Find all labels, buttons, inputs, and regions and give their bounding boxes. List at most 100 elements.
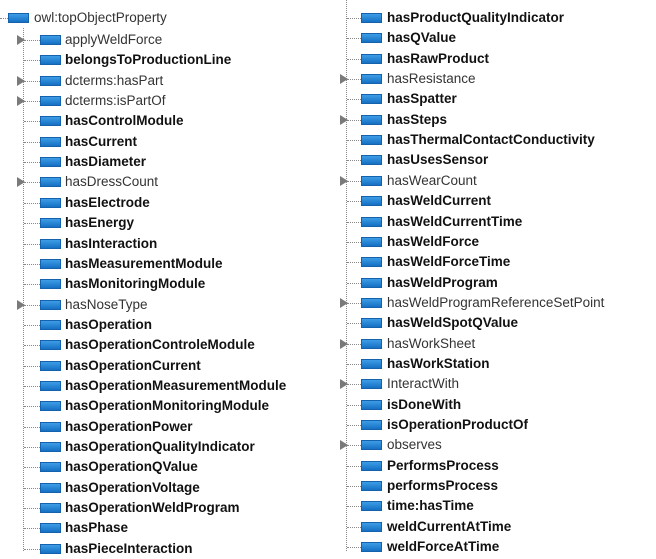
- tree-node[interactable]: hasOperationMonitoringModule: [0, 396, 340, 416]
- property-label: time:hasTime: [387, 498, 474, 514]
- tree-node[interactable]: hasDressCount: [0, 172, 340, 192]
- tree-connector: [347, 221, 361, 223]
- tree-connector: [347, 18, 361, 19]
- tree-node[interactable]: time:hasTime: [340, 496, 656, 516]
- tree-node[interactable]: hasOperationVoltage: [0, 478, 340, 498]
- tree-node[interactable]: weldCurrentAtTime: [340, 517, 656, 537]
- expand-arrow-icon[interactable]: [340, 440, 348, 451]
- property-label: hasOperationControleModule: [65, 337, 255, 353]
- tree-connector: [24, 548, 40, 550]
- tree-node[interactable]: isDoneWith: [340, 395, 656, 415]
- object-property-icon: [40, 55, 61, 66]
- tree-connector: [24, 426, 40, 428]
- tree-connector: [347, 38, 361, 40]
- tree-node[interactable]: hasPhase: [0, 518, 340, 538]
- tree-node[interactable]: observes: [340, 435, 656, 455]
- tree-node[interactable]: hasOperationMeasurementModule: [0, 376, 340, 396]
- tree-node[interactable]: hasWearCount: [340, 171, 656, 191]
- property-label: hasWeldCurrentTime: [387, 213, 523, 229]
- tree-node[interactable]: hasEnergy: [0, 213, 340, 233]
- tree-node[interactable]: applyWeldForce: [0, 30, 340, 50]
- tree-node[interactable]: isOperationProductOf: [340, 415, 656, 435]
- tree-node[interactable]: hasWeldForceTime: [340, 252, 656, 272]
- expand-arrow-icon[interactable]: [340, 379, 348, 390]
- tree-node[interactable]: hasOperationPower: [0, 417, 340, 437]
- tree-node[interactable]: hasInteraction: [0, 234, 340, 254]
- object-property-icon: [40, 258, 61, 269]
- object-property-icon: [40, 523, 61, 534]
- tree-node[interactable]: weldForceAtTime: [340, 537, 656, 557]
- tree-connector: [347, 79, 361, 81]
- tree-node[interactable]: hasOperationWeldProgram: [0, 498, 340, 518]
- tree-node[interactable]: hasWeldSpotQValue: [340, 313, 656, 333]
- tree-node[interactable]: hasMonitoringModule: [0, 274, 340, 294]
- tree-node-root[interactable]: owl:topObjectProperty: [0, 8, 340, 28]
- object-property-icon: [40, 238, 61, 249]
- object-property-icon: [40, 442, 61, 452]
- expand-arrow-icon[interactable]: [340, 114, 348, 125]
- property-label: hasUsesSensor: [387, 152, 489, 168]
- property-label: observes: [387, 437, 442, 453]
- tree-node[interactable]: hasOperationCurrent: [0, 356, 340, 376]
- tree-connector: [24, 345, 40, 347]
- tree-node[interactable]: hasSpatter: [340, 89, 656, 109]
- tree-node[interactable]: hasRawProduct: [340, 49, 656, 69]
- tree-connector: [347, 201, 361, 203]
- expand-arrow-icon[interactable]: [340, 74, 348, 85]
- property-label: hasWeldSpotQValue: [387, 315, 519, 331]
- tree-node[interactable]: hasWeldForce: [340, 232, 656, 252]
- tree-node[interactable]: hasUsesSensor: [340, 150, 656, 170]
- tree-node[interactable]: performsProcess: [340, 476, 656, 496]
- tree-node[interactable]: hasControlModule: [0, 111, 340, 131]
- tree-node[interactable]: hasElectrode: [0, 193, 340, 213]
- property-label: hasOperationCurrent: [65, 357, 201, 373]
- tree-node[interactable]: hasWorkSheet: [340, 334, 656, 354]
- property-label: hasDressCount: [65, 174, 159, 190]
- tree-node[interactable]: hasOperationControleModule: [0, 335, 340, 355]
- tree-node[interactable]: InteractWith: [340, 374, 656, 394]
- expand-arrow-icon[interactable]: [17, 75, 25, 86]
- tree-connector: [347, 547, 361, 549]
- tree-node[interactable]: PerformsProcess: [340, 456, 656, 476]
- object-property-icon: [40, 421, 61, 432]
- expand-arrow-icon[interactable]: [340, 338, 348, 349]
- tree-node[interactable]: dcterms:hasPart: [0, 71, 340, 91]
- object-property-icon: [40, 543, 61, 554]
- tree-node[interactable]: hasOperationQualityIndicator: [0, 437, 340, 457]
- tree-node[interactable]: hasWeldCurrentTime: [340, 212, 656, 232]
- tree-node[interactable]: hasWeldProgramReferenceSetPoint: [340, 293, 656, 313]
- tree-node[interactable]: hasDiameter: [0, 152, 340, 172]
- expand-arrow-icon[interactable]: [17, 96, 25, 107]
- expand-arrow-icon[interactable]: [17, 299, 25, 310]
- tree-node[interactable]: hasThermalContactConductivity: [340, 130, 656, 150]
- tree-node[interactable]: hasWorkStation: [340, 354, 656, 374]
- tree-node[interactable]: hasQValue: [340, 28, 656, 48]
- tree-node[interactable]: hasResistance: [340, 69, 656, 89]
- object-property-icon: [40, 177, 61, 188]
- tree-node[interactable]: hasNoseType: [0, 295, 340, 315]
- tree-connector: [347, 58, 361, 60]
- property-label: hasOperationQualityIndicator: [65, 439, 255, 454]
- tree-node[interactable]: hasWeldProgram: [340, 273, 656, 293]
- property-label: hasWeldForceTime: [387, 254, 511, 270]
- tree-node[interactable]: dcterms:isPartOf: [0, 91, 340, 111]
- expand-arrow-icon[interactable]: [17, 177, 25, 188]
- object-property-icon: [40, 340, 61, 351]
- tree-node[interactable]: hasProductQualityIndicator: [340, 8, 656, 28]
- expand-arrow-icon[interactable]: [17, 35, 25, 45]
- property-label: hasThermalContactConductivity: [387, 132, 595, 148]
- expand-arrow-icon[interactable]: [340, 175, 348, 186]
- property-label: hasSteps: [387, 111, 448, 127]
- tree-node[interactable]: belongsToProductionLine: [0, 50, 340, 70]
- tree-node[interactable]: hasCurrent: [0, 132, 340, 152]
- tree-node[interactable]: hasOperationQValue: [0, 457, 340, 477]
- tree-node[interactable]: hasMeasurementModule: [0, 254, 340, 274]
- tree-node[interactable]: hasSteps: [340, 110, 656, 130]
- tree-node[interactable]: hasOperation: [0, 315, 340, 335]
- object-property-icon: [361, 175, 382, 186]
- tree-node[interactable]: hasWeldCurrent: [340, 191, 656, 211]
- object-property-icon: [361, 501, 382, 512]
- tree-node[interactable]: hasPieceInteraction: [0, 539, 340, 559]
- expand-arrow-icon[interactable]: [340, 297, 348, 308]
- object-property-icon: [361, 440, 382, 451]
